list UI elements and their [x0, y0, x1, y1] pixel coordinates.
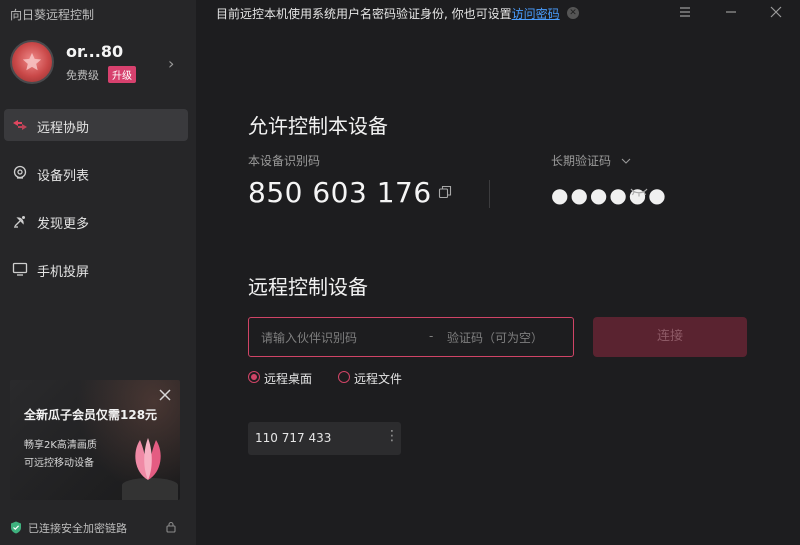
radio-checked-icon: [248, 371, 260, 383]
petal-icon: [135, 438, 161, 480]
close-window-icon[interactable]: [769, 5, 783, 19]
sidebar-item-label: 设备列表: [37, 169, 90, 184]
sidebar: 向日葵远程控制 or...80 免费级 升级 › 远程协助 设备列表 发现更多 …: [0, 0, 196, 545]
radio-label: 远程文件: [354, 372, 403, 386]
input-separator: -: [429, 329, 434, 343]
sidebar-item-label: 远程协助: [37, 121, 90, 136]
copy-icon[interactable]: [438, 185, 452, 199]
secure-status-text: 已连接安全加密链路: [28, 522, 127, 535]
promo-line: 畅享2K高清画质: [24, 440, 97, 451]
notice-message: 目前远控本机使用系统用户名密码验证身份, 你也可设置: [216, 7, 512, 21]
sidebar-item-screen-cast[interactable]: 手机投屏: [4, 253, 188, 285]
connect-button[interactable]: 连接: [593, 317, 747, 357]
secure-status: 已连接安全加密链路: [10, 520, 190, 536]
connect-input-group: 请输入伙伴识别码 - 验证码（可为空）: [248, 317, 574, 357]
vertical-divider: [489, 180, 490, 208]
chevron-down-icon[interactable]: [621, 157, 631, 165]
shield-check-icon: [11, 521, 21, 534]
username: or...80: [66, 42, 124, 61]
notice-close-icon[interactable]: ✕: [567, 7, 579, 19]
radio-unchecked-icon: [338, 371, 350, 383]
verification-code-input[interactable]: 验证码（可为空）: [447, 329, 543, 346]
sidebar-item-remote-assist[interactable]: 远程协助: [4, 109, 188, 141]
profile-card[interactable]: or...80 免费级 升级 ›: [8, 40, 188, 88]
lock-icon[interactable]: [165, 521, 177, 533]
allow-control-heading: 允许控制本设备: [248, 114, 388, 138]
more-vertical-icon[interactable]: ⋮: [385, 428, 399, 444]
close-icon[interactable]: [158, 388, 172, 402]
screen-cast-icon: [12, 262, 28, 276]
eye-closed-icon[interactable]: [630, 187, 648, 197]
sidebar-item-discover[interactable]: 发现更多: [4, 205, 188, 237]
top-notice-bar: 目前远控本机使用系统用户名密码验证身份, 你也可设置访问密码 ✕: [196, 0, 800, 26]
upgrade-badge[interactable]: 升级: [108, 66, 136, 83]
radio-remote-file[interactable]: 远程文件: [338, 370, 418, 386]
recent-device-chip[interactable]: 110 717 433 ⋮: [248, 422, 401, 455]
star-icon: [22, 52, 42, 71]
chevron-right-icon[interactable]: ›: [168, 54, 174, 73]
long-term-code-label[interactable]: 长期验证码: [551, 152, 611, 169]
radio-remote-desktop[interactable]: 远程桌面: [248, 370, 328, 386]
discover-icon: [14, 216, 25, 228]
promo-line: 可远控移动设备: [24, 458, 94, 469]
partner-id-input[interactable]: 请输入伙伴识别码: [261, 329, 357, 346]
menu-icon[interactable]: [678, 5, 692, 19]
sidebar-item-label: 手机投屏: [37, 265, 90, 280]
remote-control-heading: 远程控制设备: [248, 275, 368, 299]
long-term-code-masked: ●●●●●●: [551, 183, 668, 207]
promo-banner[interactable]: 全新瓜子会员仅需128元 畅享2K高清画质 可远控移动设备: [10, 380, 180, 500]
avatar[interactable]: [10, 40, 54, 84]
remote-assist-icon: [13, 120, 27, 130]
promo-title: 全新瓜子会员仅需128元: [24, 408, 158, 422]
radio-label: 远程桌面: [264, 372, 313, 386]
notice-text: 目前远控本机使用系统用户名密码验证身份, 你也可设置访问密码: [216, 5, 560, 22]
recent-device-id: 110 717 433: [255, 431, 332, 445]
device-id-value: 850 603 176: [248, 176, 432, 209]
minimize-icon[interactable]: [724, 5, 738, 19]
device-list-icon: [13, 165, 27, 179]
access-password-link[interactable]: 访问密码: [512, 7, 560, 21]
app-title: 向日葵远程控制: [10, 8, 95, 22]
sidebar-nav: 远程协助 设备列表 发现更多 手机投屏: [4, 109, 188, 301]
sidebar-item-label: 发现更多: [37, 217, 90, 232]
account-tier: 免费级: [66, 69, 99, 82]
device-id-label: 本设备识别码: [248, 154, 321, 168]
sidebar-item-device-list[interactable]: 设备列表: [4, 157, 188, 189]
